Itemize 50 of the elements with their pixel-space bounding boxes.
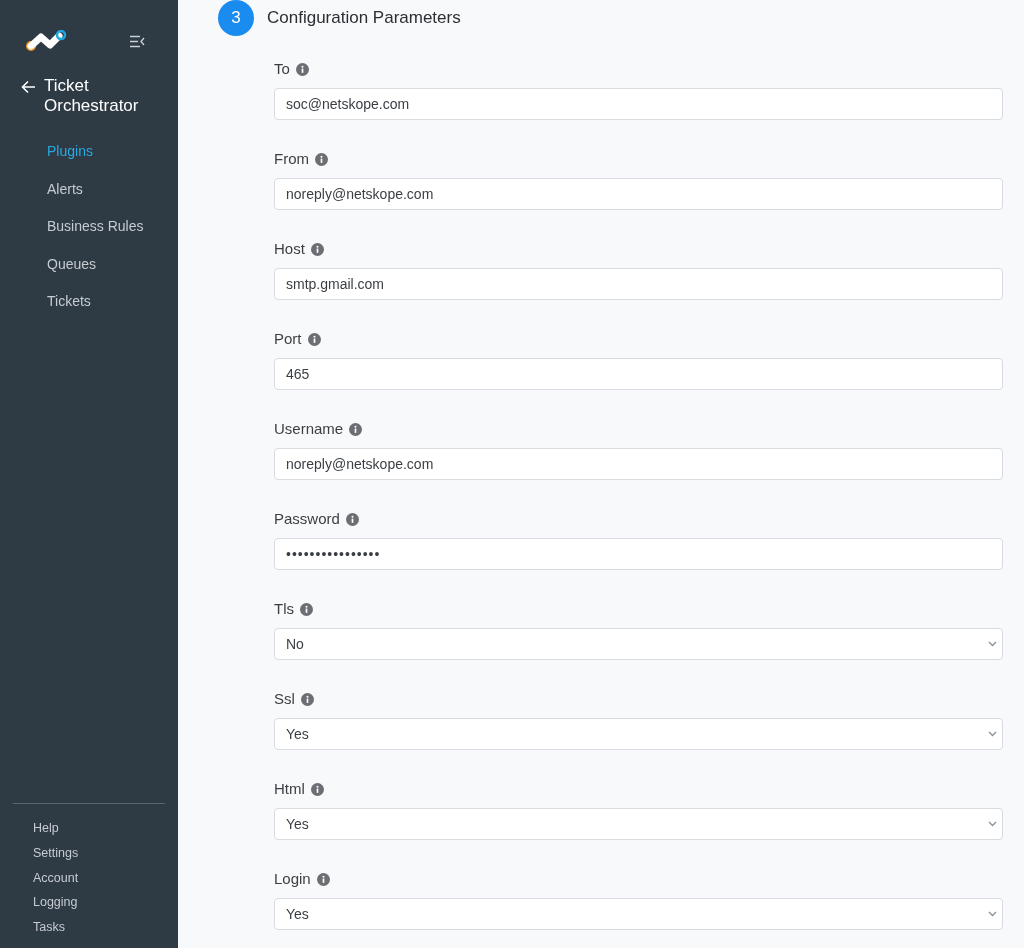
input-field[interactable]: 465 [274,358,1003,390]
info-icon [310,782,324,796]
footer-link[interactable]: Account [33,865,178,891]
footer-link[interactable]: Tasks [33,915,178,940]
chevron-down-icon [988,911,997,917]
field-label: Host [274,238,305,259]
field-label: Html [274,778,305,799]
info-icon [345,512,359,526]
step-badge: 3 [218,0,254,36]
info-icon [315,152,328,166]
chevron-down-icon [988,641,997,647]
field-label: Ssl [274,688,295,709]
field-label: Tls [274,598,294,619]
back-arrow-icon[interactable] [21,80,36,94]
info-icon [307,332,321,346]
footer-link[interactable]: Help [33,816,178,841]
logo-icon [25,30,67,52]
nav-link[interactable]: Business Rules [47,208,178,246]
chevron-down-icon [988,821,997,827]
field-label: Username [274,418,344,439]
field-label: To [274,58,290,79]
input-field[interactable]: smtp.gmail.com [274,268,1003,300]
select-field[interactable]: Yes [274,808,1003,840]
select-field[interactable]: Yes [274,718,1003,750]
info-icon [300,602,313,616]
footer-link[interactable]: Logging [33,890,178,916]
info-icon [316,872,330,886]
select-field[interactable]: No [274,628,1003,660]
input-field[interactable]: noreply@netskope.com [274,448,1003,480]
field-label: Port [274,328,302,349]
nav-link[interactable]: Alerts [47,170,178,208]
input-field[interactable]: noreply@netskope.com [274,178,1003,210]
info-icon [295,62,309,76]
select-field[interactable]: Yes [274,898,1003,930]
field-label: From [274,148,309,169]
nav-link[interactable]: Queues [47,245,178,283]
field-label: Login [274,868,311,889]
info-icon [300,692,314,706]
password-field[interactable]: •••••••••••••••• [274,538,1003,570]
info-icon [310,242,324,256]
chevron-down-icon [988,731,997,737]
collapse-menu-icon[interactable] [129,34,145,48]
footer-link[interactable]: Settings [33,840,178,866]
section-title: Configuration Parameters [267,7,461,30]
nav-link[interactable]: Plugins [47,133,178,171]
info-icon [349,422,363,436]
nav-link[interactable]: Tickets [47,283,178,321]
app-title: Ticket Orchestrator [44,76,139,116]
input-field[interactable]: soc@netskope.com [274,88,1003,120]
field-label: Password [274,508,340,529]
